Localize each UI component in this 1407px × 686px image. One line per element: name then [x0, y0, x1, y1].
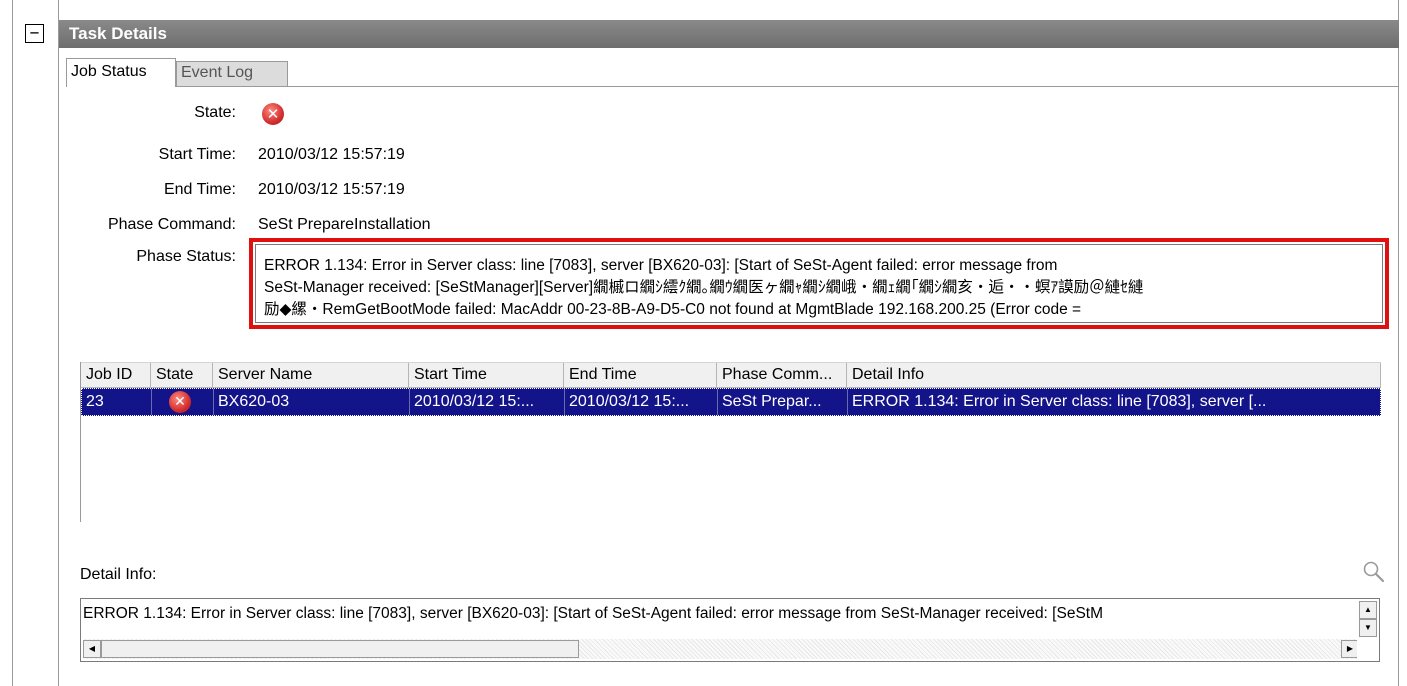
- cell-server-name: BX620-03: [214, 389, 410, 415]
- outer-tree-line: [12, 0, 13, 686]
- cell-end-time: 2010/03/12 15:...: [565, 389, 718, 415]
- panel-title: Task Details: [59, 20, 1399, 48]
- panel-right-border: [1398, 0, 1399, 686]
- jobs-table: Job ID State Server Name Start Time End …: [80, 362, 1381, 522]
- error-icon: ✕: [262, 103, 284, 125]
- cell-phase-command: SeSt Prepar...: [718, 389, 848, 415]
- detail-info-text: ERROR 1.134: Error in Server class: line…: [83, 605, 1103, 622]
- column-header-phase-command[interactable]: Phase Comm...: [717, 363, 847, 389]
- column-header-server-name[interactable]: Server Name: [213, 363, 409, 389]
- phase-status-line: ERROR 1.134: Error in Server class: line…: [264, 257, 1058, 274]
- tab-event-log[interactable]: Event Log: [176, 61, 288, 86]
- phase-status-field[interactable]: ERROR 1.134: Error in Server class: line…: [255, 244, 1383, 323]
- cell-job-id: 23: [82, 389, 152, 415]
- tab-job-status[interactable]: Job Status: [66, 58, 176, 87]
- scroll-thumb[interactable]: [101, 640, 579, 658]
- phase-status-line: SeSt-Manager received: [SeStManager][Ser…: [264, 279, 1144, 296]
- start-time-value: 2010/03/12 15:57:19: [258, 146, 405, 163]
- phase-command-label: Phase Command:: [107, 216, 236, 233]
- cell-state: ✕: [152, 389, 214, 415]
- start-time-label: Start Time:: [158, 146, 236, 163]
- scroll-down-icon[interactable]: ▼: [1359, 619, 1377, 637]
- end-time-value: 2010/03/12 15:57:19: [258, 181, 405, 198]
- error-icon: ✕: [169, 391, 191, 413]
- horizontal-scrollbar[interactable]: ◀ ▶: [83, 639, 1359, 659]
- cell-detail-info: ERROR 1.134: Error in Server class: line…: [852, 393, 1267, 410]
- panel-left-border: [58, 0, 59, 686]
- column-header-job-id[interactable]: Job ID: [81, 363, 151, 389]
- cell-start-time: 2010/03/12 15:...: [410, 389, 565, 415]
- column-header-state[interactable]: State: [151, 363, 213, 389]
- table-row[interactable]: 23 ✕ BX620-03 2010/03/12 15:... 2010/03/…: [81, 388, 1381, 416]
- state-label: State:: [194, 104, 236, 121]
- phase-command-value: SeSt PrepareInstallation: [258, 216, 431, 233]
- vertical-scrollbar[interactable]: ▲ ▼: [1359, 601, 1377, 637]
- scroll-left-icon[interactable]: ◀: [83, 640, 101, 658]
- scroll-corner: [1357, 639, 1377, 659]
- column-header-detail-info[interactable]: Detail Info: [847, 363, 1381, 389]
- scroll-up-icon[interactable]: ▲: [1359, 601, 1377, 619]
- detail-info-field[interactable]: ERROR 1.134: Error in Server class: line…: [80, 598, 1380, 662]
- phase-status-label: Phase Status:: [136, 248, 236, 265]
- phase-status-line: 励◆縲・RemGetBootMode failed: MacAddr 00-23…: [264, 301, 1082, 318]
- magnifier-icon[interactable]: [1362, 560, 1386, 584]
- detail-info-label: Detail Info:: [80, 566, 157, 583]
- tab-baseline: [66, 86, 1398, 87]
- column-header-end-time[interactable]: End Time: [564, 363, 717, 389]
- phase-status-highlight: ERROR 1.134: Error in Server class: line…: [249, 238, 1389, 329]
- end-time-label: End Time:: [163, 181, 236, 198]
- collapse-button[interactable]: −: [25, 24, 44, 43]
- column-header-start-time[interactable]: Start Time: [409, 363, 564, 389]
- table-header: Job ID State Server Name Start Time End …: [81, 362, 1381, 389]
